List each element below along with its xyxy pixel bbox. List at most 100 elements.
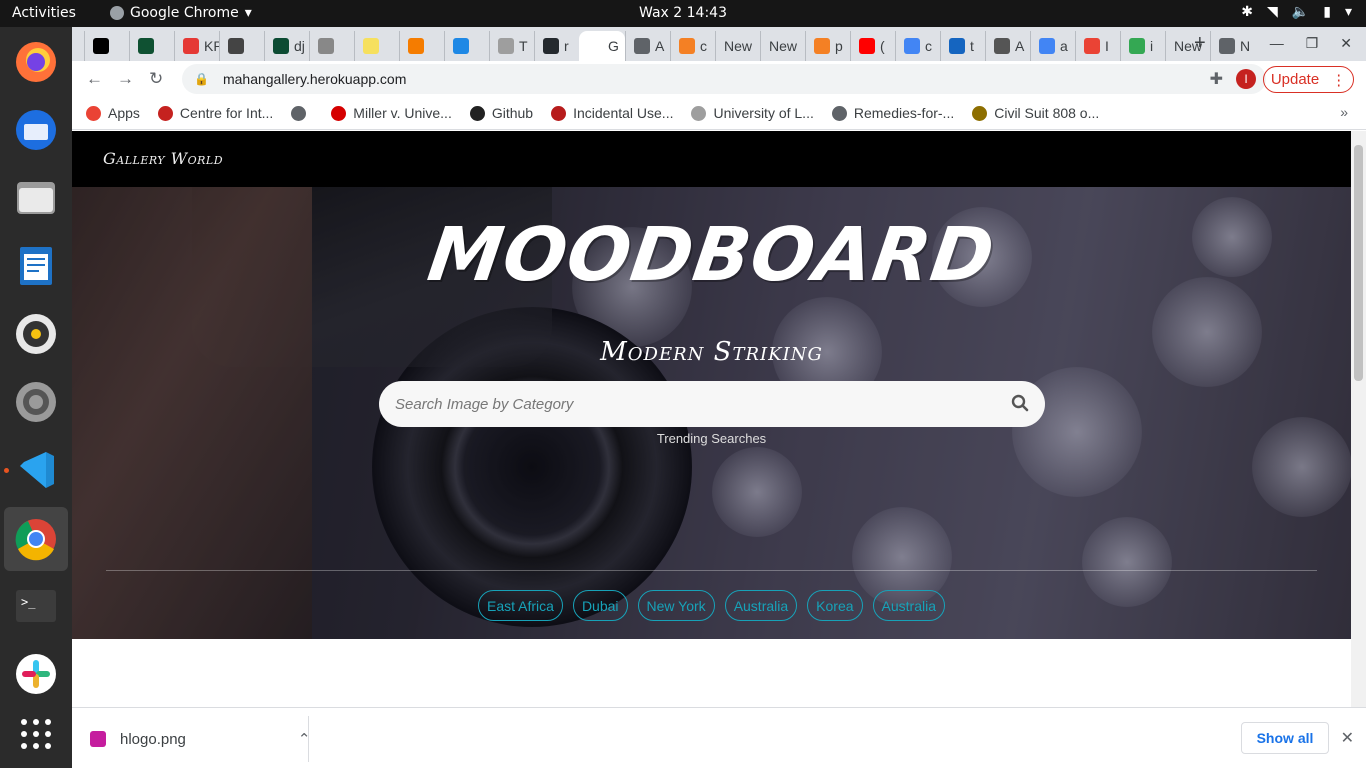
tab[interactable]: A xyxy=(625,31,670,61)
tab-favicon-icon xyxy=(679,38,695,54)
bookmark-item[interactable]: Remedies-for-... xyxy=(831,105,954,121)
chrome-icon[interactable] xyxy=(4,507,68,571)
profile-avatar[interactable]: I xyxy=(1236,69,1256,89)
tab[interactable]: ( xyxy=(850,31,895,61)
close-downloads-icon[interactable]: ✕ xyxy=(1341,728,1354,748)
bookmark-item[interactable]: Civil Suit 808 o... xyxy=(972,105,1099,121)
trending-chip[interactable]: Australia xyxy=(872,590,945,621)
tab-label: T xyxy=(519,38,528,54)
tab[interactable]: r xyxy=(534,31,579,61)
trending-chip[interactable]: Dubai xyxy=(572,590,628,621)
update-label: Update xyxy=(1270,71,1320,88)
libreoffice-writer-icon[interactable] xyxy=(11,241,61,291)
tab[interactable]: New xyxy=(715,31,760,61)
bookmark-label: Miller v. Unive... xyxy=(353,105,452,121)
url-text[interactable]: mahangallery.herokuapp.com xyxy=(223,71,406,87)
download-item[interactable]: hlogo.png ⌃ xyxy=(90,730,310,748)
close-window-icon[interactable]: ✕ xyxy=(1340,35,1352,52)
chevron-down-icon[interactable]: ▾ xyxy=(1345,4,1352,20)
bookmarks-overflow-icon[interactable]: » xyxy=(1340,104,1348,120)
tab[interactable]: New xyxy=(760,31,805,61)
rhythmbox-icon[interactable] xyxy=(11,309,61,359)
forward-icon[interactable]: → xyxy=(117,69,134,89)
bookmark-item[interactable]: Miller v. Unive... xyxy=(331,105,452,121)
bookmark-item[interactable]: Apps xyxy=(86,105,140,121)
wifi-icon[interactable]: ◥ xyxy=(1267,4,1278,20)
firefox-icon[interactable] xyxy=(11,37,61,87)
trending-chip[interactable]: Australia xyxy=(724,590,798,621)
globe-icon xyxy=(831,105,847,121)
trending-chip[interactable]: East Africa xyxy=(478,590,563,621)
bookmark-item[interactable]: University of L... xyxy=(691,105,814,121)
show-apps-icon[interactable] xyxy=(11,709,61,759)
tab[interactable] xyxy=(354,31,399,61)
address-bar[interactable]: 🔒 mahangallery.herokuapp.com ☆ xyxy=(182,64,1266,94)
lock-icon: 🔒 xyxy=(194,72,209,86)
tab-label: i xyxy=(1150,38,1154,54)
settings-icon[interactable] xyxy=(11,377,61,427)
tab[interactable] xyxy=(84,31,129,61)
new-tab-button[interactable]: + xyxy=(1194,32,1206,55)
system-top-bar: Activities Google Chrome ▾ Wax 2 14:43 ✱… xyxy=(0,0,1366,27)
bookmark-item[interactable]: Github xyxy=(469,105,533,121)
battery-icon[interactable]: ▮ xyxy=(1323,4,1331,20)
volume-icon[interactable]: 🔈 xyxy=(1292,4,1309,20)
update-button[interactable]: Update ⋮ xyxy=(1263,66,1354,93)
tab[interactable]: N xyxy=(1210,31,1255,61)
tab[interactable]: t xyxy=(940,31,985,61)
scrollbar-thumb[interactable] xyxy=(1354,145,1363,381)
trending-label: Trending Searches xyxy=(656,431,767,446)
tab[interactable]: T xyxy=(489,31,534,61)
terminal-icon[interactable]: >_ xyxy=(11,581,61,631)
site-brand[interactable]: Gallery World xyxy=(103,149,223,168)
bookmark-item[interactable] xyxy=(291,105,313,121)
maximize-icon[interactable]: ❐ xyxy=(1306,35,1319,52)
clock[interactable]: Wax 2 14:43 xyxy=(0,5,1366,21)
search-icon[interactable] xyxy=(1011,394,1029,415)
tab[interactable]: dj xyxy=(264,31,309,61)
c-logo-icon xyxy=(157,105,173,121)
back-icon[interactable]: ← xyxy=(86,69,103,89)
hero-subtitle: Modern Striking xyxy=(600,337,823,367)
tab[interactable]: KP xyxy=(174,31,219,61)
page-scrollbar[interactable] xyxy=(1351,131,1366,707)
slack-tray-icon[interactable]: ✱ xyxy=(1241,4,1253,20)
tab[interactable]: i xyxy=(1120,31,1165,61)
tab[interactable]: I xyxy=(1075,31,1120,61)
thunderbird-icon[interactable] xyxy=(11,105,61,155)
tab-active[interactable]: G✕ xyxy=(579,31,625,61)
tab-favicon-icon xyxy=(543,38,559,54)
tab-favicon-icon xyxy=(138,38,154,54)
minimize-icon[interactable]: — xyxy=(1270,35,1284,52)
downloads-bar: hlogo.png ⌃ Show all ✕ xyxy=(72,707,1366,768)
trending-chip[interactable]: Korea xyxy=(807,590,863,621)
tab[interactable] xyxy=(129,31,174,61)
vscode-icon[interactable] xyxy=(11,445,61,495)
search-input[interactable] xyxy=(395,395,1011,413)
tab[interactable] xyxy=(309,31,354,61)
trending-chip[interactable]: New York xyxy=(637,590,715,621)
tab[interactable] xyxy=(219,31,264,61)
bookmark-item[interactable]: Centre for Int... xyxy=(157,105,273,121)
tab[interactable]: c xyxy=(670,31,715,61)
tab[interactable] xyxy=(444,31,489,61)
tab-label: KP xyxy=(204,38,219,54)
tab-label: p xyxy=(835,38,843,54)
angular-icon xyxy=(469,105,485,121)
system-tray[interactable]: ✱ ◥ 🔈 ▮ ▾ xyxy=(1241,4,1352,20)
bookmark-item[interactable]: Incidental Use... xyxy=(551,105,673,121)
tab[interactable]: a xyxy=(1030,31,1075,61)
show-all-button[interactable]: Show all xyxy=(1241,722,1329,754)
tab[interactable] xyxy=(399,31,444,61)
extensions-icon[interactable]: ✚ xyxy=(1210,69,1223,89)
files-icon[interactable] xyxy=(11,173,61,223)
reload-icon[interactable]: ↻ xyxy=(149,69,163,89)
slack-icon[interactable] xyxy=(11,649,61,699)
tab[interactable]: p xyxy=(805,31,850,61)
tab-favicon-icon xyxy=(1039,38,1055,54)
dock: >_ xyxy=(0,27,72,768)
search-bar[interactable] xyxy=(379,381,1045,427)
tab-label: dj xyxy=(294,38,305,54)
tab[interactable]: A xyxy=(985,31,1030,61)
tab[interactable]: c xyxy=(895,31,940,61)
